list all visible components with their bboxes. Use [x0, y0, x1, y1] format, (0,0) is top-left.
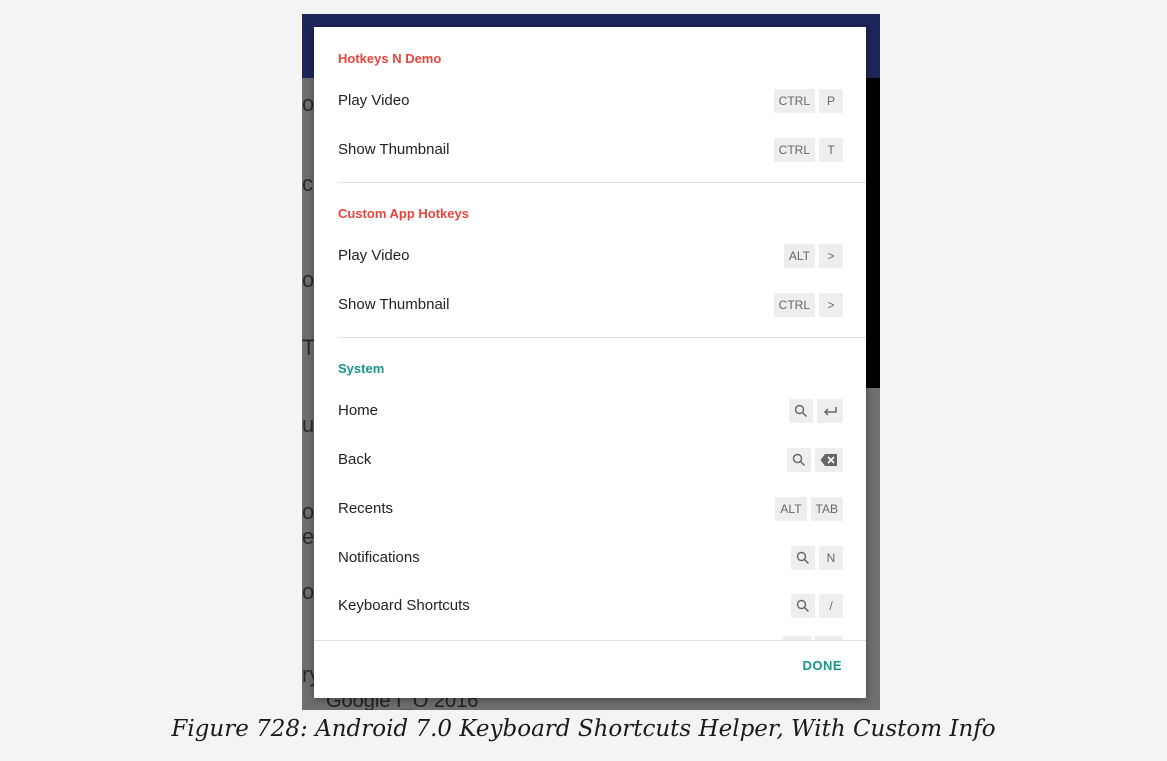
shortcut-label: Recents — [338, 500, 394, 517]
shortcut-label: Back — [338, 451, 372, 468]
search-icon — [789, 399, 813, 423]
shortcut-label: Show Thumbnail — [338, 296, 450, 313]
section-title-system: System — [338, 361, 385, 376]
search-icon — [787, 448, 811, 472]
key-cap: T — [819, 138, 843, 162]
enter-icon — [817, 399, 843, 423]
key-cap: TAB — [810, 497, 843, 521]
background-text: o — [302, 499, 315, 524]
key-cap: CTRL — [773, 138, 815, 162]
shortcut-label: Play Video — [338, 247, 410, 264]
key-cap: CTRL — [773, 89, 815, 113]
shortcut-label: Keyboard Shortcuts — [338, 597, 470, 614]
shortcut-row: Play Video ALT > — [314, 236, 866, 276]
shortcut-row: Recents ALT TAB — [314, 489, 866, 529]
shortcut-row: Back — [314, 440, 866, 480]
shortcut-row: Keyboard Shortcuts / — [314, 586, 866, 626]
shortcut-row: Play Video CTRL P — [314, 81, 866, 121]
section-title-hotkeys-n-demo: Hotkeys N Demo — [338, 51, 442, 66]
video-area — [866, 78, 880, 388]
done-button[interactable]: DONE — [802, 658, 842, 673]
backspace-icon — [815, 448, 843, 472]
section-title-custom-app-hotkeys: Custom App Hotkeys — [338, 206, 469, 221]
footer-divider — [314, 640, 866, 641]
figure-caption: Figure 728: Android 7.0 Keyboard Shortcu… — [171, 716, 996, 742]
shortcut-row: Show Thumbnail CTRL > — [314, 285, 866, 325]
search-icon — [791, 594, 815, 618]
key-cap: CTRL — [773, 293, 815, 317]
background-text: e — [302, 524, 315, 549]
shortcut-row: Notifications N — [314, 538, 866, 578]
key-cap: ALT — [775, 497, 807, 521]
shortcut-label: Home — [338, 402, 379, 419]
keyboard-shortcuts-dialog: Hotkeys N Demo Play Video CTRL P Show Th… — [314, 27, 866, 698]
key-cap: / — [819, 594, 843, 618]
key-cap: > — [819, 244, 843, 268]
shortcut-row: Show Thumbnail CTRL T — [314, 130, 866, 170]
shortcut-label: Show Thumbnail — [338, 141, 450, 158]
key-cap: > — [819, 293, 843, 317]
key-cap: ALT — [783, 244, 815, 268]
section-divider — [338, 182, 866, 183]
section-divider — [338, 337, 866, 338]
search-icon — [791, 546, 815, 570]
shortcut-label: Notifications — [338, 549, 420, 566]
shortcut-row: Home — [314, 391, 866, 431]
shortcut-label: Play Video — [338, 92, 410, 109]
key-cap: N — [819, 546, 843, 570]
key-cap: P — [819, 89, 843, 113]
